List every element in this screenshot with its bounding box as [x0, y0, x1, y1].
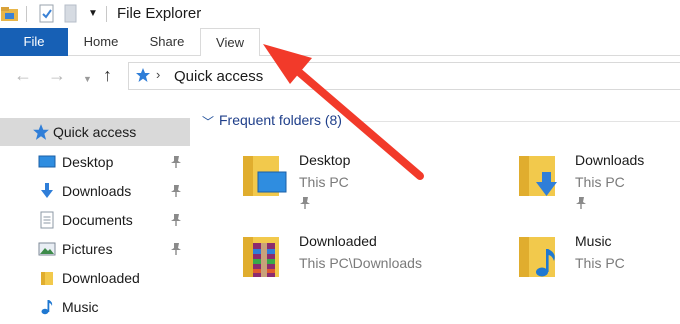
documents-icon [38, 211, 56, 229]
recent-locations-chevron-icon[interactable]: ▼ [83, 68, 92, 90]
folder-location: This PC\Downloads [299, 255, 422, 271]
customize-quick-access-dropdown-icon[interactable]: ▼ [88, 8, 98, 19]
tab-share[interactable]: Share [138, 28, 196, 56]
star-icon [32, 123, 50, 141]
file-explorer-icon [0, 4, 20, 29]
folder-tile-downloads[interactable]: Downloads This PC [517, 152, 677, 222]
music-folder-icon [517, 233, 565, 281]
pin-icon[interactable] [170, 155, 182, 174]
folder-name: Downloads [575, 152, 645, 168]
tab-file[interactable]: File [0, 28, 68, 56]
tab-home[interactable]: Home [72, 28, 130, 56]
collapse-chevron-icon[interactable]: ﹀ [202, 113, 214, 130]
pin-icon[interactable] [575, 196, 587, 215]
sidebar-item-label: Downloaded [62, 270, 140, 286]
folder-icon [38, 269, 56, 287]
sidebar-item-documents[interactable]: Documents [0, 206, 190, 234]
archive-folder-icon [241, 233, 289, 281]
quick-access-star-icon [135, 67, 151, 88]
title-bar: ▼ File Explorer [0, 0, 680, 28]
navigation-bar: ← → ▼ ↑ › Quick access [0, 56, 680, 96]
folder-name: Music [575, 233, 612, 249]
folder-location: This PC [575, 174, 625, 190]
sidebar-item-label: Downloads [62, 183, 132, 199]
up-arrow-icon[interactable]: ↑ [103, 64, 112, 86]
ribbon-tabs: File Home Share View [0, 28, 680, 57]
navigation-pane: Quick access Desktop Downloads Documents… [0, 106, 190, 324]
folder-tile-music[interactable]: Music This PC [517, 233, 677, 303]
breadcrumb-chevron-icon[interactable]: › [156, 67, 160, 82]
forward-arrow-icon[interactable]: → [48, 64, 66, 86]
breadcrumb-quick-access[interactable]: Quick access [174, 68, 263, 85]
folder-tile-downloaded[interactable]: Downloaded This PC\Downloads [241, 233, 491, 303]
pin-icon[interactable] [170, 184, 182, 203]
new-folder-icon[interactable] [64, 4, 78, 29]
group-title: Frequent folders (8) [219, 112, 342, 128]
address-bar[interactable]: › Quick access [128, 62, 680, 90]
sidebar-item-desktop[interactable]: Desktop [0, 148, 190, 176]
sidebar-item-downloads[interactable]: Downloads [0, 177, 190, 205]
folder-location: This PC [299, 174, 349, 190]
folder-name: Desktop [299, 152, 351, 168]
pictures-icon [38, 240, 56, 258]
pin-icon[interactable] [299, 196, 311, 215]
sidebar-item-music[interactable]: Music [0, 293, 190, 321]
window-title: File Explorer [117, 5, 202, 22]
desktop-folder-icon [241, 152, 289, 200]
sidebar-item-label: Documents [62, 212, 133, 228]
sidebar-item-label: Quick access [53, 124, 137, 140]
back-arrow-icon[interactable]: ← [14, 64, 32, 86]
folder-location: This PC [575, 255, 625, 271]
sidebar-item-label: Music [62, 299, 99, 315]
sidebar-item-quick-access[interactable]: Quick access [0, 118, 190, 146]
desktop-icon [38, 153, 56, 171]
pin-icon[interactable] [170, 213, 182, 232]
download-icon [38, 182, 56, 200]
sidebar-item-downloaded[interactable]: Downloaded [0, 264, 190, 292]
music-icon [38, 298, 56, 316]
quick-access-separator [26, 6, 27, 22]
folder-name: Downloaded [299, 233, 377, 249]
folder-tile-desktop[interactable]: Desktop This PC [241, 152, 491, 222]
properties-icon[interactable] [38, 4, 56, 29]
sidebar-item-pictures[interactable]: Pictures [0, 235, 190, 263]
sidebar-item-label: Desktop [62, 154, 114, 170]
pin-icon[interactable] [170, 242, 182, 261]
sidebar-item-label: Pictures [62, 241, 113, 257]
downloads-folder-icon [517, 152, 565, 200]
tab-view[interactable]: View [200, 28, 260, 57]
title-separator [106, 6, 107, 22]
group-divider [356, 121, 680, 122]
